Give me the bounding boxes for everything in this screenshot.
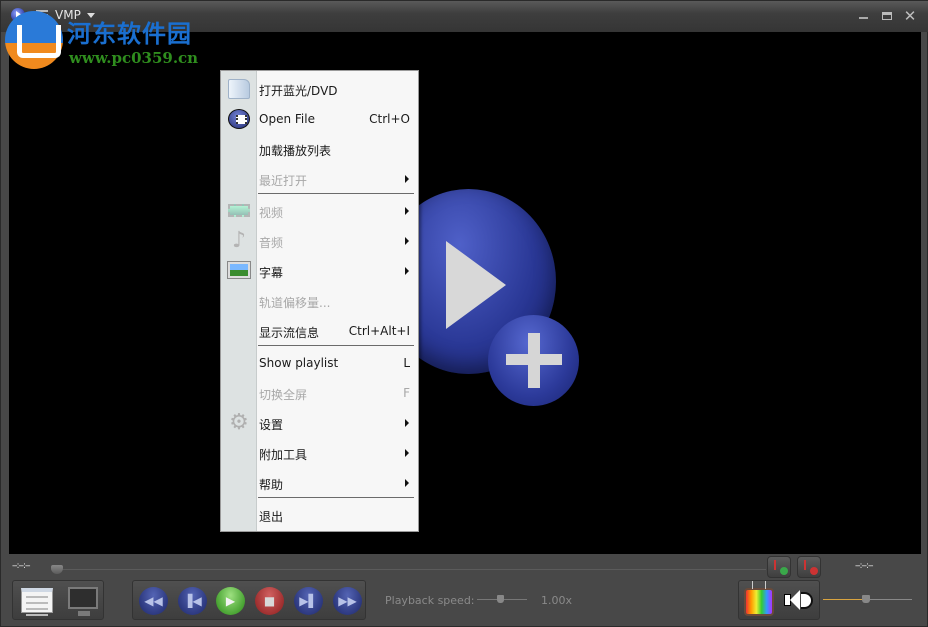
tv-output-icon[interactable] xyxy=(744,588,774,616)
menu-item-label: 加载播放列表 xyxy=(259,144,332,158)
minimize-button[interactable] xyxy=(854,7,872,25)
menu-item-label: 切换全屏 xyxy=(259,388,308,402)
submenu-arrow-icon xyxy=(405,237,409,245)
submenu-arrow-icon xyxy=(405,207,409,215)
volume-slider[interactable] xyxy=(865,599,912,600)
submenu-arrow-icon xyxy=(405,449,409,457)
menu-item-label: 视频 xyxy=(259,206,284,220)
close-button[interactable]: ✕ xyxy=(901,7,919,25)
maximize-icon xyxy=(882,12,892,20)
add-bookmark-button[interactable] xyxy=(767,556,791,578)
maximize-button[interactable] xyxy=(878,7,896,25)
submenu-arrow-icon xyxy=(405,175,409,183)
fullscreen-button[interactable] xyxy=(68,587,98,616)
menu-item-label: 轨道偏移量... xyxy=(259,296,331,310)
menu-item-tools[interactable]: 附加工具 xyxy=(221,438,418,468)
time-elapsed: --:--:-- xyxy=(12,561,31,571)
watermark-title: 河东软件园 xyxy=(67,19,192,48)
menu-item-track-offset[interactable]: 轨道偏移量... xyxy=(221,286,418,316)
folder-icon xyxy=(228,79,250,99)
menu-item-label: 帮助 xyxy=(259,478,284,492)
rewind-button[interactable]: ◀◀ xyxy=(139,587,168,615)
playlist-button[interactable] xyxy=(21,588,53,616)
seek-handle[interactable] xyxy=(51,565,63,574)
menu-item-audio[interactable]: ♪ 音频 xyxy=(221,226,418,256)
stop-button[interactable]: ■ xyxy=(255,587,284,615)
menu-item-shortcut: Ctrl+Alt+I xyxy=(348,324,410,338)
video-icon xyxy=(228,204,250,217)
menu-item-shortcut: F xyxy=(403,386,410,400)
menu-item-open-file[interactable]: Open File Ctrl+O xyxy=(221,104,418,134)
sound-waves-icon xyxy=(801,592,813,609)
menu-item-open-bluray-dvd[interactable]: 打开蓝光/DVD xyxy=(221,74,418,104)
menu-item-label: 字幕 xyxy=(259,266,284,280)
playback-speed-handle[interactable] xyxy=(497,595,504,603)
watermark: 河东软件园 www.pc0359.cn xyxy=(5,11,225,71)
submenu-arrow-icon xyxy=(405,479,409,487)
menu-item-label: 显示流信息 xyxy=(259,326,320,340)
previous-button[interactable]: ▐◀ xyxy=(178,587,207,615)
menu-item-recent[interactable]: 最近打开 xyxy=(221,164,418,194)
play-icon xyxy=(446,241,506,329)
context-menu: 打开蓝光/DVD Open File Ctrl+O 加载播放列表 最近打开 视频… xyxy=(220,70,419,532)
menu-item-show-playlist[interactable]: Show playlist L xyxy=(221,348,418,378)
transport-controls: ◀◀ ▐◀ ▶ ■ ▶▌ ▶▶ xyxy=(132,580,366,620)
mute-button[interactable] xyxy=(783,589,813,613)
view-controls-panel xyxy=(12,580,104,620)
music-note-icon: ♪ xyxy=(231,228,247,253)
menu-separator xyxy=(258,497,414,498)
menu-item-settings[interactable]: ⚙ 设置 xyxy=(221,408,418,438)
fast-forward-button[interactable]: ▶▶ xyxy=(333,587,362,615)
menu-separator xyxy=(258,345,414,346)
playback-speed-value: 1.00x xyxy=(541,594,573,607)
menu-item-label: 音频 xyxy=(259,236,284,250)
av-controls-panel xyxy=(738,580,820,620)
time-remaining: --:--:-- xyxy=(855,561,874,571)
menu-item-load-playlist[interactable]: 加载播放列表 xyxy=(221,134,418,164)
image-icon xyxy=(227,261,251,279)
menu-item-label: 附加工具 xyxy=(259,448,308,462)
menu-item-label: Open File xyxy=(259,112,315,126)
watermark-logo-icon xyxy=(5,11,63,69)
film-icon xyxy=(228,109,250,129)
menu-item-video[interactable]: 视频 xyxy=(221,196,418,226)
menu-item-label: 打开蓝光/DVD xyxy=(259,84,338,98)
playback-speed-label: Playback speed: xyxy=(385,594,475,607)
menu-separator xyxy=(258,193,414,194)
menu-item-help[interactable]: 帮助 xyxy=(221,468,418,498)
app-window: VMP ✕ 河东软件园 www.pc0359.cn 打开蓝光/DVD Open … xyxy=(0,0,928,627)
submenu-arrow-icon xyxy=(405,267,409,275)
minimize-icon xyxy=(858,17,868,19)
submenu-arrow-icon xyxy=(405,419,409,427)
menu-item-label: Show playlist xyxy=(259,356,339,370)
add-media-icon[interactable] xyxy=(488,315,579,406)
menu-item-toggle-fullscreen[interactable]: 切换全屏 F xyxy=(221,378,418,408)
remove-bookmark-button[interactable] xyxy=(797,556,821,578)
menu-item-label: 设置 xyxy=(259,418,284,432)
watermark-url: www.pc0359.cn xyxy=(69,49,199,67)
menu-item-stream-info[interactable]: 显示流信息 Ctrl+Alt+I xyxy=(221,316,418,346)
volume-handle[interactable] xyxy=(861,595,870,603)
menu-item-label: 退出 xyxy=(259,510,284,524)
seek-bar[interactable] xyxy=(51,569,766,570)
menu-item-subtitles[interactable]: 字幕 xyxy=(221,256,418,286)
next-button[interactable]: ▶▌ xyxy=(294,587,323,615)
menu-item-exit[interactable]: 退出 xyxy=(221,500,418,530)
menu-item-label: 最近打开 xyxy=(259,174,308,188)
gear-icon: ⚙ xyxy=(229,410,249,435)
menu-item-shortcut: L xyxy=(403,356,410,370)
play-button[interactable]: ▶ xyxy=(216,587,245,615)
menu-item-shortcut: Ctrl+O xyxy=(369,112,410,126)
volume-slider-fill[interactable] xyxy=(823,599,866,600)
